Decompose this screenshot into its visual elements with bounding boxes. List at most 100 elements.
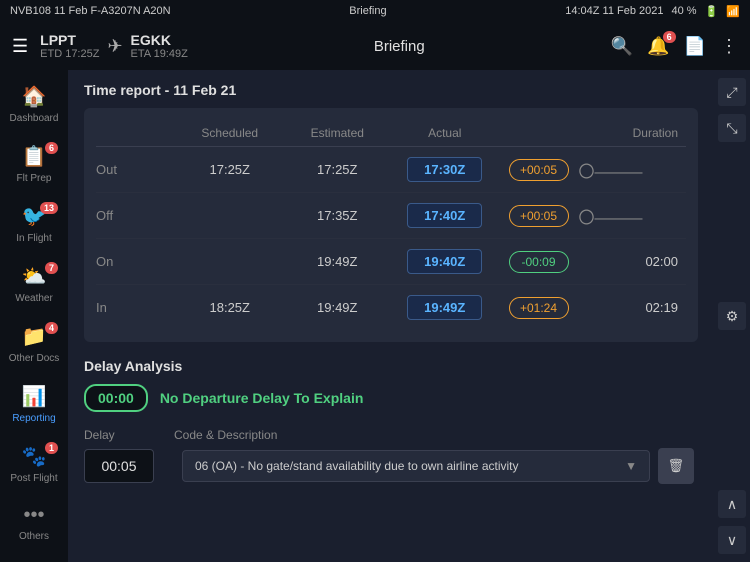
delay-total: 00:00 — [84, 384, 148, 412]
others-icon: ••• — [23, 504, 44, 527]
content-area: Time report - 11 Feb 21 Scheduled Estima… — [68, 70, 714, 562]
sidebar-item-in-flight[interactable]: 🐦 13 In Flight — [0, 194, 68, 254]
status-battery: 40 % — [672, 5, 697, 17]
sidebar-item-reporting[interactable]: 📊 Reporting — [0, 374, 68, 434]
header-actions: 🔍 🔔 6 📄 ⋮ — [611, 36, 738, 57]
collapse-button[interactable]: ⤡ — [718, 114, 746, 142]
delay-analysis-title: Delay Analysis — [84, 358, 698, 374]
delay-row-0: 00:05 06 (OA) - No gate/stand availabili… — [84, 448, 698, 484]
bell-icon[interactable]: 🔔 6 — [647, 36, 669, 57]
in-flight-badge: 13 — [40, 202, 58, 214]
flight-info: LPPT ETD 17:25Z ✈ EGKK ETA 19:49Z — [40, 32, 188, 60]
tr-diff-on: -00:09 — [509, 251, 569, 273]
tr-col-actual: Actual — [391, 126, 499, 140]
bell-badge: 6 — [663, 31, 676, 43]
sidebar: 🏠 Dashboard 📋 6 Flt Prep 🐦 13 In Flight … — [0, 70, 68, 562]
tr-row-out: Out 17:25Z 17:25Z 17:30Z +00:05 〇——— — [96, 147, 686, 193]
other-docs-icon: 📁 — [22, 324, 47, 349]
status-bar: NVB108 11 Feb F-A3207N A20N Briefing 14:… — [0, 0, 750, 22]
tr-scheduled-in: 18:25Z — [176, 300, 284, 315]
scroll-down-button[interactable]: ∨ — [718, 526, 746, 554]
tr-estimated-out: 17:25Z — [284, 162, 392, 177]
weather-icon: ⛅ — [22, 264, 47, 289]
tr-label-out: Out — [96, 162, 176, 177]
wifi-icon: 📶 — [726, 5, 740, 18]
delay-analysis-area: 00:00 No Departure Delay To Explain Dela… — [84, 384, 698, 484]
scroll-up-button[interactable]: ∧ — [718, 490, 746, 518]
delay-time-0: 00:05 — [84, 449, 154, 483]
post-flight-icon: 🐾 — [22, 444, 47, 469]
departure-info: LPPT ETD 17:25Z — [40, 32, 99, 60]
sidebar-item-other-docs[interactable]: 📁 4 Other Docs — [0, 314, 68, 374]
main-layout: 🏠 Dashboard 📋 6 Flt Prep 🐦 13 In Flight … — [0, 70, 750, 562]
tr-col-duration: Duration — [579, 126, 687, 140]
delay-desc-0[interactable]: 06 (OA) - No gate/stand availability due… — [182, 450, 650, 482]
sidebar-item-dashboard[interactable]: 🏠 Dashboard — [0, 74, 68, 134]
battery-icon: 🔋 — [705, 5, 719, 18]
sidebar-label-dashboard: Dashboard — [10, 113, 59, 124]
settings-icon[interactable]: ⚙ — [718, 302, 746, 330]
weather-badge: 7 — [45, 262, 58, 274]
trash-icon: 🗑 — [668, 458, 685, 474]
header-title: Briefing — [200, 38, 599, 55]
status-time: 14:04Z 11 Feb 2021 — [565, 5, 663, 17]
arrival-time: ETA 19:49Z — [131, 48, 188, 60]
delay-dropdown-arrow[interactable]: ▼ — [625, 459, 637, 473]
tr-actual-out: 17:30Z — [407, 157, 482, 182]
more-icon[interactable]: ⋮ — [720, 36, 738, 57]
sidebar-item-post-flight[interactable]: 🐾 1 Post Flight — [0, 434, 68, 494]
dashboard-icon: 🏠 — [22, 84, 47, 109]
tr-slider-off[interactable]: 〇——— — [579, 204, 687, 228]
reporting-icon: 📊 — [22, 384, 47, 409]
tr-actual-in: 19:49Z — [407, 295, 482, 320]
hamburger-icon[interactable]: ☰ — [12, 36, 28, 57]
sidebar-label-reporting: Reporting — [12, 413, 55, 424]
time-report-card: Scheduled Estimated Actual Duration Out … — [84, 108, 698, 342]
tr-diff-off: +00:05 — [509, 205, 569, 227]
arrival-code: EGKK — [131, 32, 188, 48]
tr-label-in: In — [96, 300, 176, 315]
delay-desc-text-0: 06 (OA) - No gate/stand availability due… — [195, 459, 519, 473]
tr-row-in: In 18:25Z 19:49Z 19:49Z +01:24 02:19 — [96, 285, 686, 330]
plane-icon: ✈ — [107, 36, 122, 57]
tr-label-on: On — [96, 254, 176, 269]
tr-scheduled-out: 17:25Z — [176, 162, 284, 177]
sidebar-item-others[interactable]: ••• Others — [0, 494, 68, 552]
tr-diff-out: +00:05 — [509, 159, 569, 181]
right-sidebar: ⤢ ⤡ ⚙ ∧ ∨ — [714, 70, 750, 562]
tr-label-off: Off — [96, 208, 176, 223]
sidebar-label-in-flight: In Flight — [16, 233, 52, 244]
sidebar-item-weather[interactable]: ⛅ 7 Weather — [0, 254, 68, 314]
tr-col-estimated: Estimated — [284, 126, 392, 140]
post-flight-badge: 1 — [45, 442, 58, 454]
tr-col-diff — [499, 126, 579, 140]
tr-header: Scheduled Estimated Actual Duration — [96, 120, 686, 147]
expand-button[interactable]: ⤢ — [718, 78, 746, 106]
tr-duration-on: 02:00 — [579, 254, 687, 269]
arrival-info: EGKK ETA 19:49Z — [131, 32, 188, 60]
departure-time: ETD 17:25Z — [40, 48, 99, 60]
status-center: Briefing — [349, 5, 386, 17]
document-icon[interactable]: 📄 — [684, 36, 706, 57]
header-bar: ☰ LPPT ETD 17:25Z ✈ EGKK ETA 19:49Z Brie… — [0, 22, 750, 70]
delay-delete-0[interactable]: 🗑 — [658, 448, 694, 484]
flt-prep-icon: 📋 — [22, 144, 47, 169]
sidebar-label-post-flight: Post Flight — [10, 473, 57, 484]
tr-col-label — [96, 126, 176, 140]
tr-duration-in: 02:19 — [579, 300, 687, 315]
delay-table-header: Delay Code & Description — [84, 424, 698, 448]
tr-col-scheduled: Scheduled — [176, 126, 284, 140]
tr-row-on: On 19:49Z 19:40Z -00:09 02:00 — [96, 239, 686, 285]
tr-estimated-on: 19:49Z — [284, 254, 392, 269]
status-right: 14:04Z 11 Feb 2021 40 % 🔋 📶 — [565, 5, 740, 18]
tr-actual-off: 17:40Z — [407, 203, 482, 228]
tr-row-off: Off 17:35Z 17:40Z +00:05 〇——— — [96, 193, 686, 239]
tr-estimated-off: 17:35Z — [284, 208, 392, 223]
sidebar-label-others: Others — [19, 531, 49, 542]
delay-header-row: 00:00 No Departure Delay To Explain — [84, 384, 698, 412]
search-icon[interactable]: 🔍 — [611, 36, 633, 57]
tr-slider-out[interactable]: 〇——— — [579, 158, 687, 182]
status-left: NVB108 11 Feb F-A3207N A20N — [10, 5, 171, 17]
time-report-title: Time report - 11 Feb 21 — [84, 82, 698, 98]
sidebar-item-flt-prep[interactable]: 📋 6 Flt Prep — [0, 134, 68, 194]
